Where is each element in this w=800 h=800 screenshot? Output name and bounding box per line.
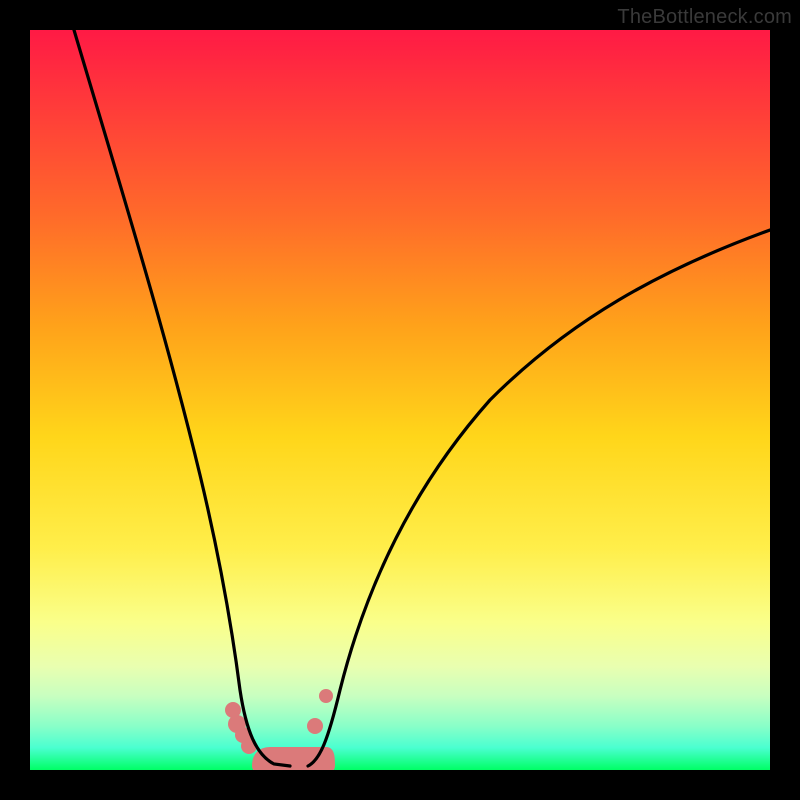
curve-left-branch (74, 30, 290, 766)
plot-area (30, 30, 770, 770)
curve-right-branch (308, 230, 770, 766)
chart-svg (30, 30, 770, 770)
watermark-text: TheBottleneck.com (617, 6, 792, 29)
chart-frame: TheBottleneck.com (0, 0, 800, 800)
left-beads (225, 702, 257, 754)
